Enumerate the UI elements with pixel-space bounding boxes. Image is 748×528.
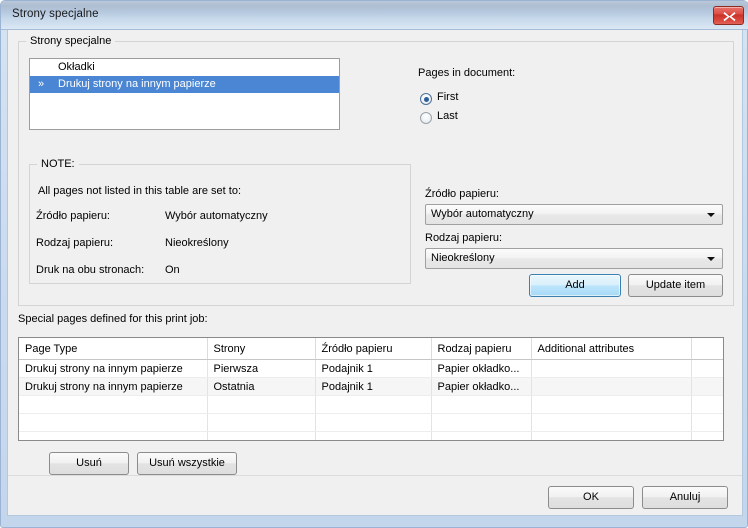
cell-strony: Pierwsza	[207, 359, 316, 378]
special-pages-table[interactable]: Page Type Strony Źródło papieru Rodzaj p…	[18, 337, 724, 441]
table-row-empty[interactable]	[19, 413, 723, 432]
special-pages-grid: Page Type Strony Źródło papieru Rodzaj p…	[19, 338, 723, 440]
cell-paper-source: Podajnik 1	[315, 377, 432, 396]
column-header-paper-source[interactable]: Źródło papieru	[315, 338, 432, 360]
list-item-marker: »	[38, 78, 45, 90]
radio-first-label: First	[437, 91, 459, 103]
note-row-value-duplex: On	[165, 264, 180, 276]
cell-page-type: Drukuj strony na innym papierze	[19, 377, 208, 396]
delete-button[interactable]: Usuń	[49, 452, 129, 475]
special-pages-table-caption: Special pages defined for this print job…	[18, 313, 208, 325]
note-row-value-paper-type: Nieokreślony	[165, 237, 229, 249]
delete-all-button[interactable]: Usuń wszystkie	[137, 452, 237, 475]
dialog-window: Strony specjalne Strony specjalne Okładk…	[0, 0, 748, 528]
ok-button[interactable]: OK	[548, 486, 634, 509]
list-item-label: Drukuj strony na innym papierze	[58, 78, 216, 90]
table-row-empty[interactable]	[19, 395, 723, 414]
chevron-down-icon	[707, 257, 715, 261]
list-item-label: Okładki	[58, 61, 95, 73]
cell-paper-source: Podajnik 1	[315, 359, 432, 378]
column-header-additional-attributes[interactable]: Additional attributes	[531, 338, 692, 360]
update-item-button[interactable]: Update item	[628, 274, 723, 297]
table-header-row: Page Type Strony Źródło papieru Rodzaj p…	[19, 338, 723, 360]
radio-first[interactable]: First	[420, 91, 490, 107]
paper-source-combobox[interactable]: Wybór automatyczny	[425, 204, 723, 225]
chevron-down-icon	[707, 213, 715, 217]
note-row-label-paper-type: Rodzaj papieru:	[36, 237, 114, 249]
cell-additional-attributes	[531, 377, 692, 396]
close-x-icon	[723, 12, 736, 22]
paper-source-value: Wybór automatyczny	[431, 208, 534, 220]
note-group-legend: NOTE:	[37, 158, 79, 170]
cancel-button[interactable]: Anuluj	[642, 486, 728, 509]
special-pages-group-legend: Strony specjalne	[26, 35, 116, 47]
cell-page-type: Drukuj strony na innym papierze	[19, 359, 208, 378]
close-button[interactable]	[713, 6, 744, 25]
column-header-page-type[interactable]: Page Type	[19, 338, 208, 360]
cell-strony: Ostatnia	[207, 377, 316, 396]
table-row[interactable]: Drukuj strony na innym papierze Ostatnia…	[19, 377, 723, 396]
cell-extra	[691, 377, 723, 396]
note-row-label-duplex: Druk na obu stronach:	[36, 264, 145, 276]
radio-last-indicator[interactable]	[420, 112, 432, 124]
radio-last[interactable]: Last	[420, 110, 490, 126]
table-row[interactable]: Drukuj strony na innym papierze Pierwsza…	[19, 359, 723, 378]
window-title: Strony specjalne	[12, 8, 99, 20]
paper-type-combobox[interactable]: Nieokreślony	[425, 248, 723, 269]
list-item[interactable]: » Drukuj strony na innym papierze	[30, 76, 339, 93]
paper-type-label: Rodzaj papieru:	[425, 232, 503, 244]
title-bar: Strony specjalne	[1, 1, 748, 30]
dialog-body: Strony specjalne Okładki » Drukuj strony…	[7, 30, 743, 516]
column-header-paper-type[interactable]: Rodzaj papieru	[431, 338, 532, 360]
pages-in-document-label: Pages in document:	[418, 67, 516, 79]
paper-source-label: Źródło papieru:	[425, 188, 499, 200]
cell-paper-type: Papier okładko...	[431, 359, 532, 378]
paper-type-value: Nieokreślony	[431, 252, 495, 264]
radio-first-indicator[interactable]	[420, 93, 432, 105]
column-header-extra[interactable]	[691, 338, 723, 360]
table-row-empty[interactable]	[19, 431, 723, 440]
note-row-value-paper-source: Wybór automatyczny	[165, 210, 268, 222]
cell-extra	[691, 359, 723, 378]
footer-separator	[8, 475, 742, 476]
cell-paper-type: Papier okładko...	[431, 377, 532, 396]
radio-last-label: Last	[437, 110, 458, 122]
special-pages-listbox[interactable]: Okładki » Drukuj strony na innym papierz…	[29, 58, 340, 130]
cell-additional-attributes	[531, 359, 692, 378]
note-intro-text: All pages not listed in this table are s…	[38, 185, 242, 197]
column-header-strony[interactable]: Strony	[207, 338, 316, 360]
list-item[interactable]: Okładki	[30, 59, 339, 76]
note-row-label-paper-source: Źródło papieru:	[36, 210, 110, 222]
add-button[interactable]: Add	[529, 274, 621, 297]
